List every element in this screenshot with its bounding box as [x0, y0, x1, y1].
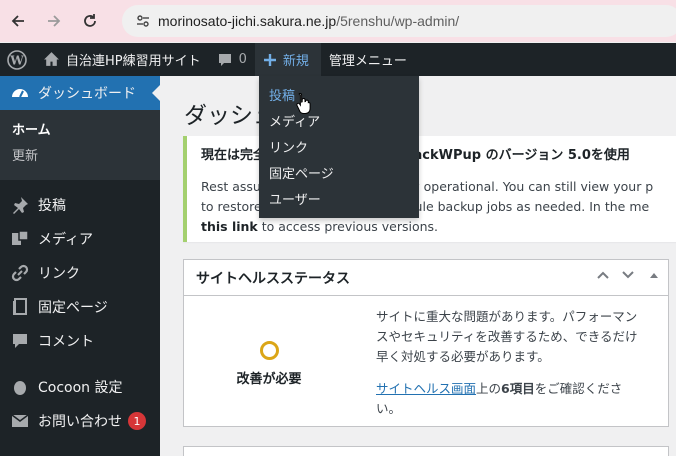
backwpup-notice: 現在は完全 ェイスのBackWPup のバージョン 5.0を使用 Rest ass… [183, 136, 676, 242]
sidebar-contact-label: お問い合わせ [38, 414, 122, 430]
new-link-item[interactable]: リンク [259, 136, 419, 162]
health-desc-check: をご確認くださ [534, 381, 623, 396]
new-post-item[interactable]: 投稿 [259, 84, 419, 110]
site-name-menu[interactable]: 自治連HP練習用サイト [35, 43, 209, 76]
arrow-right-icon [48, 15, 61, 27]
sidebar-item-media[interactable]: メディア [0, 222, 160, 256]
health-desc-line1: サイトに重大な問題があります。パフォーマン [376, 309, 638, 324]
sidebar-item-contact[interactable]: お問い合わせ 1 [0, 404, 160, 438]
url-host: morinosato-jichi.sakura.ne.jp [158, 13, 337, 29]
new-user-item[interactable]: ユーザー [259, 188, 419, 214]
mail-icon [10, 412, 30, 430]
health-description: サイトに重大な問題があります。パフォーマン スやセキュリティを改善するため、でき… [376, 307, 666, 431]
sidebar-pages-label: 固定ページ [38, 300, 108, 316]
reload-button[interactable] [72, 0, 108, 42]
forward-button[interactable] [36, 0, 72, 42]
browser-toolbar: morinosato-jichi.sakura.ne.jp/5renshu/wp… [0, 0, 676, 42]
new-label: 新規 [282, 54, 309, 69]
admin-sidebar: ダッシュボード ホーム 更新 投稿 メディア リンク 固定ページ コメント Co… [0, 76, 160, 456]
site-health-widget: サイトヘルスステータス 改善が必要 サイトに重大な問題があります。パフォーマン … [183, 259, 669, 427]
move-down-icon[interactable] [621, 268, 635, 286]
collapse-toggle-icon[interactable] [648, 268, 660, 286]
admin-menu-label: 管理メニュー [328, 54, 407, 69]
sidebar-item-posts[interactable]: 投稿 [0, 188, 160, 222]
submenu-home[interactable]: ホーム [0, 118, 160, 144]
comments-menu[interactable]: 0 [209, 43, 255, 76]
new-content-menu[interactable]: 新規 [254, 43, 321, 76]
new-page-item[interactable]: 固定ページ [259, 162, 419, 188]
sidebar-cocoon-label: Cocoon 設定 [38, 380, 123, 396]
sidebar-media-label: メディア [38, 232, 94, 248]
sidebar-item-cocoon[interactable]: Cocoon 設定 [0, 370, 160, 404]
health-desc-line3: 早く対処する必要があります。 [376, 349, 550, 364]
wp-logo-menu[interactable]: W [0, 43, 35, 76]
admin-menu[interactable]: 管理メニュー [321, 43, 415, 76]
new-media-item[interactable]: メディア [259, 110, 419, 136]
next-widget [183, 446, 669, 456]
hand-cursor-icon [296, 92, 311, 114]
notice-title-start: 現在は完全 [201, 148, 267, 163]
health-desc-end: い。 [376, 401, 402, 416]
sidebar-comments-label: コメント [38, 334, 94, 350]
notice-line1-start: Rest assur [201, 179, 266, 194]
health-desc-paragraph: サイトに重大な問題があります。パフォーマン スやセキュリティを改善するため、でき… [376, 307, 666, 367]
contact-count-badge: 1 [128, 412, 146, 430]
new-content-dropdown: 投稿 メディア リンク 固定ページ ユーザー [259, 76, 419, 218]
notice-line2-start: to restore [201, 199, 262, 214]
cocoon-icon [10, 378, 30, 396]
back-button[interactable] [0, 0, 36, 42]
health-link-paragraph: サイトヘルス画面上の6項目をご確認くださ い。 [376, 379, 666, 419]
notice-previous-versions-link[interactable]: this link [201, 219, 258, 234]
plus-icon [263, 53, 276, 66]
move-up-icon[interactable] [596, 268, 610, 286]
site-health-header: サイトヘルスステータス [184, 260, 668, 296]
health-status-panel: 改善が必要 [184, 297, 354, 427]
comment-icon [10, 332, 30, 350]
site-info-icon[interactable] [128, 13, 158, 29]
notice-line3-end: to access previous versions. [257, 219, 439, 234]
health-status-circle-icon [259, 341, 279, 360]
site-health-screen-link[interactable]: サイトヘルス画面 [376, 381, 476, 396]
arrow-left-icon [11, 15, 24, 27]
url-path: /5renshu/wp-admin/ [336, 13, 460, 29]
health-desc-on: 上の [476, 381, 502, 396]
wordpress-logo-icon: W [7, 49, 27, 70]
sidebar-item-comments[interactable]: コメント [0, 324, 160, 358]
wp-admin-bar: W 自治連HP練習用サイト 0 新規 管理メニュー [0, 43, 676, 76]
sidebar-item-dashboard[interactable]: ダッシュボード [0, 76, 160, 110]
address-bar[interactable]: morinosato-jichi.sakura.ne.jp/5renshu/wp… [122, 5, 676, 37]
link-icon [10, 264, 30, 282]
reload-icon [84, 14, 96, 27]
media-icon [10, 230, 30, 248]
comment-bubble-icon [218, 53, 231, 66]
home-icon [44, 52, 59, 66]
dashboard-submenu: ホーム 更新 [0, 110, 160, 180]
page-icon [10, 298, 30, 316]
url-text: morinosato-jichi.sakura.ne.jp/5renshu/wp… [158, 13, 459, 29]
sidebar-posts-label: 投稿 [38, 198, 66, 214]
pin-icon [10, 196, 30, 214]
site-name: 自治連HP練習用サイト [66, 54, 201, 69]
dashboard-icon [10, 84, 30, 102]
sidebar-links-label: リンク [38, 266, 80, 282]
comments-count: 0 [238, 52, 247, 67]
site-health-title: サイトヘルスステータス [196, 270, 350, 287]
sidebar-item-links[interactable]: リンク [0, 256, 160, 290]
health-desc-line2: スやセキュリティを改善するため、できるだけ [376, 329, 638, 344]
svg-text:W: W [9, 53, 24, 67]
sidebar-item-pages[interactable]: 固定ページ [0, 290, 160, 324]
health-item-count: 6項目 [501, 381, 535, 396]
health-status-label: 改善が必要 [236, 372, 302, 387]
dashboard-label: ダッシュボード [38, 86, 136, 102]
submenu-updates[interactable]: 更新 [0, 144, 160, 170]
